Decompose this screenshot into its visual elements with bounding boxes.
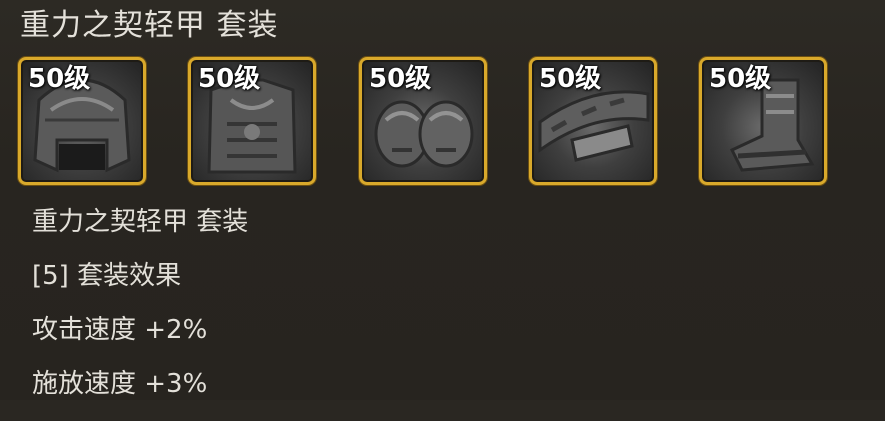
item-slot-chest[interactable]: 50级	[188, 57, 316, 185]
item-level-label: 50级	[28, 64, 91, 94]
item-slot-boots[interactable]: 50级	[699, 57, 827, 185]
set-stat-cast-speed: 施放速度 +3%	[32, 369, 208, 399]
set-effect-header: [5] 套装效果	[32, 261, 182, 291]
item-level-label: 50级	[369, 64, 432, 94]
item-level-label: 50级	[539, 64, 602, 94]
item-slot-helmet[interactable]: 50级	[18, 57, 146, 185]
set-name-label: 重力之契轻甲 套装	[32, 207, 249, 237]
set-tooltip-panel: 重力之契轻甲 套装 50级 50级 50级 50级 50级 重力之契轻甲 套装 …	[0, 0, 885, 400]
item-slot-belt[interactable]: 50级	[529, 57, 657, 185]
set-title: 重力之契轻甲 套装	[20, 8, 279, 43]
set-stat-attack-speed: 攻击速度 +2%	[32, 315, 208, 345]
set-effect-info: 重力之契轻甲 套装 [5] 套装效果 攻击速度 +2% 施放速度 +3%	[32, 205, 248, 421]
item-level-label: 50级	[709, 64, 772, 94]
set-item-slots: 50级 50级 50级 50级 50级	[18, 57, 838, 189]
item-level-label: 50级	[198, 64, 261, 94]
item-slot-shoulder[interactable]: 50级	[359, 57, 487, 185]
